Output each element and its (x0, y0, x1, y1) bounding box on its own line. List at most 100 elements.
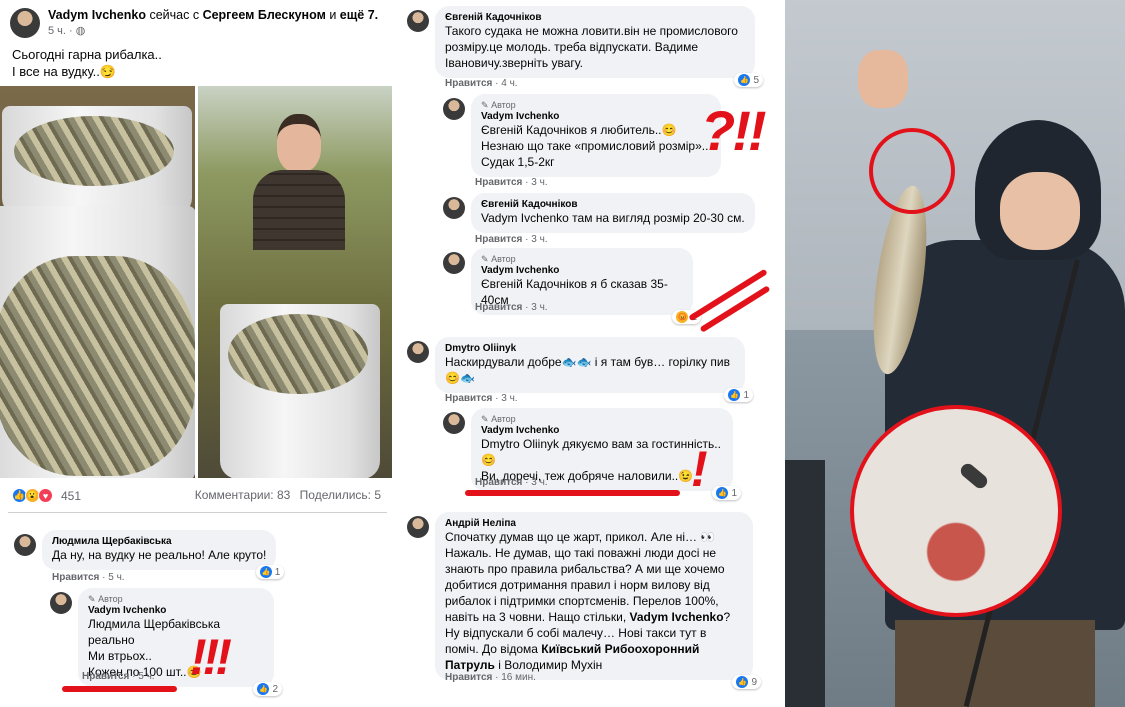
commenter-avatar[interactable] (14, 534, 36, 556)
mention[interactable]: Євгеній Кадочніков (481, 123, 587, 137)
pants-image (895, 620, 1095, 707)
comment-text: Такого судака не можна ловити.він не про… (445, 24, 738, 70)
like-action[interactable]: Нравится (445, 672, 492, 683)
post-photo-man[interactable] (198, 86, 392, 478)
comment-time[interactable]: · 5 ч. (102, 572, 124, 583)
mention[interactable]: Dmytro Oliinyk (481, 437, 559, 451)
post-author[interactable]: Vadym Ivchenko (48, 8, 146, 22)
commenter-avatar[interactable] (407, 341, 429, 363)
comment-author[interactable]: Vadym Ivchenko (481, 111, 711, 122)
globe-icon: ◍ (75, 25, 86, 37)
red-underline (465, 490, 680, 496)
fish-pile-image (228, 314, 368, 394)
post-photo-buckets[interactable] (0, 86, 195, 478)
boat-image (785, 460, 825, 707)
comment-author[interactable]: Андрій Неліпа (445, 518, 743, 529)
like-action[interactable]: Нравится (475, 302, 522, 313)
comment-likes[interactable]: 👍 2 (253, 682, 282, 696)
like-action[interactable]: Нравится (475, 477, 522, 488)
comment-likes[interactable]: 👍 1 (712, 486, 741, 500)
comment-text: Євгеній Кадочніков я любитель..😊 (481, 122, 711, 138)
comment-text: Людмила Щербаківська реально (88, 616, 264, 648)
pencil-icon: ✎ (481, 100, 489, 110)
commenter-avatar[interactable] (407, 10, 429, 32)
comment-text: Dmytro Oliinyk дякуємо вам за гостинніст… (481, 436, 723, 468)
comment-author[interactable]: Євгеній Кадочніков (481, 199, 745, 210)
comment-time[interactable]: · 3 ч. (525, 477, 547, 488)
comment-text: Vadym Ivchenko там на вигляд розмір 20-3… (481, 210, 745, 226)
comment-meta: Нравится · 4 ч. (445, 78, 518, 89)
comment-author[interactable]: Vadym Ivchenko (88, 605, 264, 616)
comment-author[interactable]: Євгеній Кадочніков (445, 12, 745, 23)
post-stats: Комментарии: 83 Поделились: 5 (195, 488, 381, 502)
mention[interactable]: Vadym Ivchenko (630, 610, 724, 624)
commenter-avatar[interactable] (50, 592, 72, 614)
comment-likes[interactable]: 👍 1 (724, 388, 753, 402)
post-time-row: 5 ч. · ◍ (48, 24, 378, 37)
tagged-person[interactable]: Сергеем Блескуном (203, 8, 326, 22)
mention[interactable]: Vadym Ivchenko (481, 211, 569, 225)
text-part: там на вигляд розмір 20-30 см. (572, 211, 745, 225)
comment-author[interactable]: Людмила Щербаківська (52, 536, 266, 547)
like-action[interactable]: Нравится (475, 234, 522, 245)
commenter-avatar[interactable] (407, 516, 429, 538)
comment-author[interactable]: Vadym Ivchenko (481, 265, 683, 276)
red-highlight-circle (869, 128, 955, 214)
like-action[interactable]: Нравится (475, 177, 522, 188)
likes-count: 9 (751, 676, 757, 688)
post-header: Vadym Ivchenko сейчас с Сергеем Блескуно… (10, 8, 378, 38)
comment-likes[interactable]: 👍 5 (734, 73, 763, 87)
like-icon: 👍 (728, 389, 741, 401)
comment-likes[interactable]: 👍 9 (732, 675, 761, 689)
post-time[interactable]: 5 ч. · (48, 25, 73, 37)
tagged-others[interactable]: ещё 7. (340, 8, 378, 22)
post-header-line: Vadym Ivchenko сейчас с Сергеем Блескуно… (48, 8, 378, 22)
like-action[interactable]: Нравится (52, 572, 99, 583)
pencil-icon: ✎ (481, 254, 489, 264)
author-avatar[interactable] (10, 8, 40, 38)
author-tag-label: Автор (491, 100, 516, 110)
comment-text: Спочатку думав що це жарт, прикол. Але н… (445, 529, 743, 673)
like-icon: 👍 (259, 566, 272, 578)
fish-pile-image (0, 256, 195, 476)
commenter-avatar[interactable] (443, 197, 465, 219)
comment-time[interactable]: · 5 ч. (132, 671, 154, 682)
comment-author[interactable]: Vadym Ivchenko (481, 425, 723, 436)
shares-count[interactable]: Поделились: 5 (300, 488, 381, 502)
like-action[interactable]: Нравится (445, 78, 492, 89)
like-icon: 👍 (716, 487, 729, 499)
comments-count[interactable]: Комментарии: 83 (195, 488, 291, 502)
comment-time[interactable]: · 4 ч. (495, 78, 517, 89)
comment-text-line: 😊🐟 (445, 371, 475, 385)
comment-bubble: ✎ Автор Vadym Ivchenko Євгеній Кадочніко… (471, 94, 721, 177)
angry-icon: 😡 (676, 311, 689, 323)
comment-meta: Нравится · 3 ч. (475, 477, 548, 488)
facebook-post: Vadym Ivchenko сейчас с Сергеем Блескуно… (0, 0, 395, 707)
commenter-avatar[interactable] (443, 252, 465, 274)
author-tag: ✎ Автор (481, 414, 723, 425)
text-part: і Володимир Мухін (498, 658, 603, 672)
comment-time[interactable]: · 3 ч. (525, 234, 547, 245)
comment-time[interactable]: · 3 ч. (495, 393, 517, 404)
zoomed-lure-image (850, 405, 1062, 617)
divider (8, 512, 387, 513)
like-action[interactable]: Нравится (82, 671, 129, 682)
commenter-avatar[interactable] (443, 412, 465, 434)
red-exclamation-marks: !!! (190, 629, 232, 685)
comment-text-line: Ми втрьох.. (88, 649, 152, 663)
comment-author[interactable]: Dmytro Oliinyk (445, 343, 735, 354)
comment-time[interactable]: · 3 ч. (525, 177, 547, 188)
comment-time[interactable]: · 16 мин. (495, 672, 536, 683)
likes-count: 2 (272, 683, 278, 695)
reactions-count: 451 (61, 488, 82, 503)
commenter-avatar[interactable] (443, 98, 465, 120)
hand-image (858, 50, 908, 108)
like-action[interactable]: Нравится (445, 393, 492, 404)
comment-meta: Нравится · 3 ч. (475, 302, 548, 313)
text-part: реально (88, 633, 135, 647)
reactions-summary[interactable]: 👍 😮 ♥ 451 (12, 488, 81, 503)
comment-likes[interactable]: 👍 1 (255, 565, 285, 579)
comment-bubble: Людмила Щербаківська Да ну, на вудку не … (42, 530, 285, 579)
comment-time[interactable]: · 3 ч. (525, 302, 547, 313)
mention[interactable]: Євгеній Кадочніков (481, 277, 587, 291)
